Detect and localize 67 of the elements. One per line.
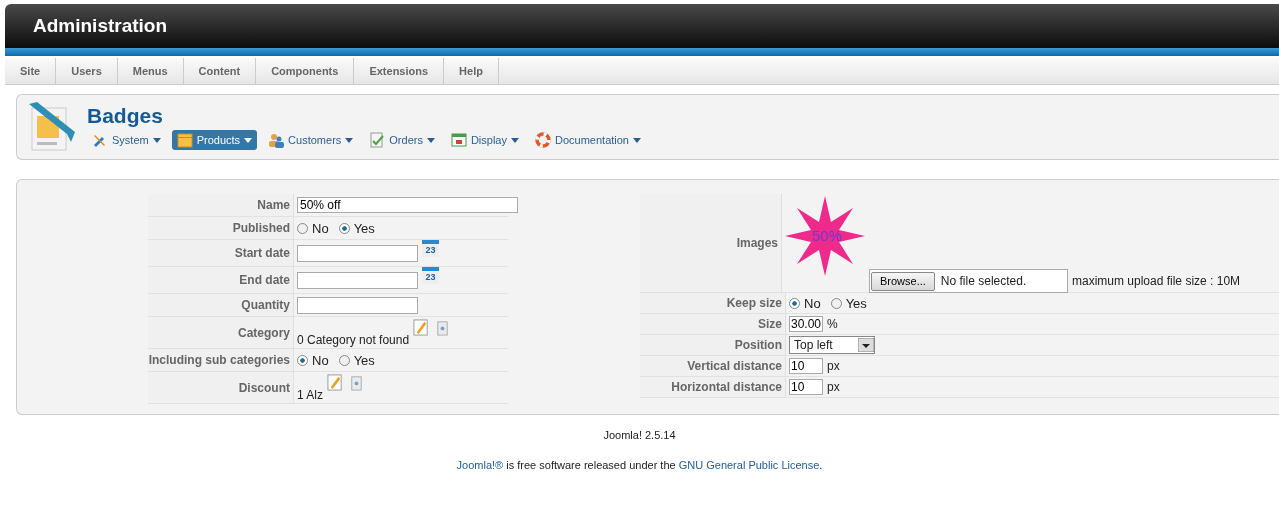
caret-icon bbox=[426, 137, 435, 143]
radio-button[interactable] bbox=[297, 222, 308, 234]
app-title: Administration bbox=[33, 15, 168, 37]
toolbar-menu[interactable]: System bbox=[87, 130, 166, 150]
toolbar-menu[interactable]: Customers bbox=[263, 130, 359, 150]
file-input[interactable]: Browse... No file selected. bbox=[869, 269, 1068, 293]
lifebuoy-icon bbox=[535, 132, 551, 148]
radio-label: Yes bbox=[353, 220, 375, 236]
number-field[interactable]: 10 bbox=[789, 379, 823, 395]
footer-link[interactable]: Joomla!® bbox=[456, 459, 504, 471]
menu-item[interactable]: Extensions bbox=[354, 58, 445, 84]
menu-item[interactable]: Site bbox=[5, 58, 57, 84]
badge-document-icon bbox=[27, 102, 77, 152]
text-field[interactable]: 50% off bbox=[297, 197, 518, 213]
field-label: Including sub categories bbox=[148, 349, 294, 371]
browse-button[interactable]: Browse... bbox=[871, 271, 935, 291]
toolbar-menu[interactable]: Products bbox=[171, 130, 258, 150]
caret-icon bbox=[345, 137, 354, 143]
radio-label: Yes bbox=[353, 352, 375, 368]
text-field[interactable] bbox=[297, 296, 418, 314]
position-select[interactable]: Top left bbox=[789, 336, 875, 354]
dropdown-arrow-icon[interactable] bbox=[858, 338, 874, 352]
caret-icon bbox=[633, 137, 641, 143]
caret-icon bbox=[511, 137, 519, 143]
radio-button[interactable] bbox=[830, 297, 842, 309]
edit-icon[interactable] bbox=[327, 374, 344, 391]
upload-note: maximum upload file size : 10M bbox=[1072, 274, 1241, 288]
radio-button[interactable] bbox=[338, 222, 350, 234]
window-icon bbox=[450, 132, 467, 148]
box-icon bbox=[176, 132, 193, 148]
caret-icon bbox=[152, 137, 161, 143]
menu-item[interactable]: Menus bbox=[117, 58, 184, 84]
toolbar-menu[interactable]: Display bbox=[445, 130, 524, 150]
edit-icon[interactable] bbox=[413, 319, 431, 336]
unit-label: px bbox=[827, 380, 840, 394]
license-text: Joomla!® is free software released under the GNU General Public License. bbox=[456, 459, 823, 471]
radio-button[interactable] bbox=[297, 354, 308, 366]
number-field[interactable]: 10 bbox=[789, 358, 823, 374]
radio-button[interactable] bbox=[338, 354, 350, 366]
calendar-button[interactable]: 23 bbox=[422, 267, 439, 284]
field-value: 1 Alz bbox=[297, 388, 323, 403]
calendar-button[interactable]: 23 bbox=[422, 240, 439, 257]
star-badge-image: 50% bbox=[785, 196, 865, 276]
radio-button[interactable] bbox=[789, 297, 800, 309]
trash-icon[interactable] bbox=[348, 374, 365, 391]
radio-label: No bbox=[312, 352, 329, 368]
number-field[interactable]: 30.00 bbox=[789, 316, 823, 332]
unit-label: % bbox=[827, 317, 838, 331]
field-value: 0 Category not found bbox=[297, 333, 410, 348]
version-text: Joomla! 2.5.14 bbox=[603, 429, 676, 441]
date-field[interactable] bbox=[297, 271, 418, 289]
toolbar-menu[interactable]: Documentation bbox=[530, 130, 646, 150]
date-field[interactable] bbox=[297, 244, 418, 262]
page-title: Badges bbox=[87, 104, 164, 128]
unit-label: px bbox=[827, 359, 840, 373]
people-icon bbox=[268, 132, 285, 148]
menu-item[interactable]: Help bbox=[444, 58, 499, 84]
tools-icon bbox=[92, 132, 108, 148]
document-check-icon bbox=[369, 132, 386, 148]
toolbar-menu[interactable]: Orders bbox=[364, 130, 440, 150]
radio-label: No bbox=[312, 220, 329, 236]
radio-label: No bbox=[804, 295, 821, 311]
menu-item[interactable]: Users bbox=[56, 58, 118, 84]
menu-item[interactable]: Content bbox=[183, 58, 257, 84]
menu-item[interactable]: Components bbox=[256, 58, 355, 84]
caret-icon bbox=[244, 137, 253, 143]
radio-label: Yes bbox=[845, 295, 867, 311]
